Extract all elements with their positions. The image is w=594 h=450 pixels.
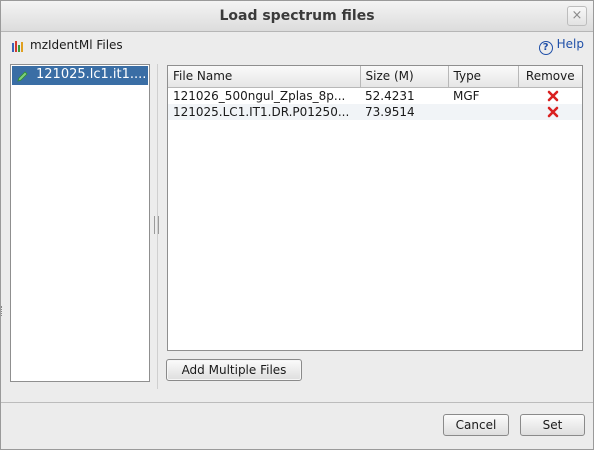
column-header-type[interactable]: Type — [448, 66, 519, 88]
dialog-title: Load spectrum files — [219, 8, 375, 24]
table-row[interactable]: 121025.LC1.IT1.DR.P01250... 73.9514 — [168, 103, 582, 120]
help-icon: ? — [538, 41, 553, 55]
cell-type: MGF — [453, 88, 480, 103]
close-button[interactable]: × — [567, 6, 587, 26]
remove-icon — [547, 106, 558, 117]
footer-separator — [1, 402, 593, 403]
add-multiple-files-button[interactable]: Add Multiple Files — [166, 359, 302, 381]
cell-type — [448, 103, 518, 120]
mzidentml-file-list[interactable]: 121025.lc1.it1.... — [10, 64, 150, 382]
close-icon: × — [571, 8, 583, 23]
table-header: File Name Size (M) Type Remove — [168, 66, 582, 88]
column-header-size[interactable]: Size (M) — [360, 66, 449, 88]
header-row: mzIdentMl Files ? Help — [1, 33, 593, 59]
list-item-label: 121025.lc1.it1.... — [36, 67, 147, 82]
remove-button[interactable] — [518, 103, 582, 120]
cell-size: 52.4231 — [365, 88, 415, 103]
list-item[interactable]: 121025.lc1.it1.... — [12, 66, 148, 85]
remove-button[interactable] — [518, 87, 582, 104]
cell-file-name: 121026_500ngul_Zplas_8p... — [173, 88, 346, 103]
help-label: Help — [556, 37, 584, 51]
column-header-file-name[interactable]: File Name — [168, 66, 361, 88]
column-header-remove[interactable]: Remove — [518, 66, 582, 88]
resize-grip — [1, 306, 3, 316]
table-row[interactable]: 121026_500ngul_Zplas_8p... 52.4231 MGF — [168, 87, 582, 104]
spectrum-files-table[interactable]: File Name Size (M) Type Remove 121026_50… — [167, 65, 583, 351]
set-button[interactable]: Set — [520, 414, 585, 436]
load-spectrum-dialog: Load spectrum files × mzIdentMl Files ? H… — [0, 0, 594, 450]
cancel-button[interactable]: Cancel — [443, 414, 509, 436]
cell-file-name: 121025.LC1.IT1.DR.P01250... — [168, 103, 360, 120]
remove-icon — [547, 90, 558, 101]
help-link[interactable]: ? Help — [538, 37, 584, 55]
pencil-icon — [17, 71, 28, 82]
bar-chart-icon — [12, 41, 23, 52]
files-section-label: mzIdentMl Files — [30, 38, 123, 52]
split-handle[interactable] — [154, 216, 159, 234]
cell-size: 73.9514 — [360, 103, 448, 120]
title-bar[interactable]: Load spectrum files × — [1, 1, 593, 32]
